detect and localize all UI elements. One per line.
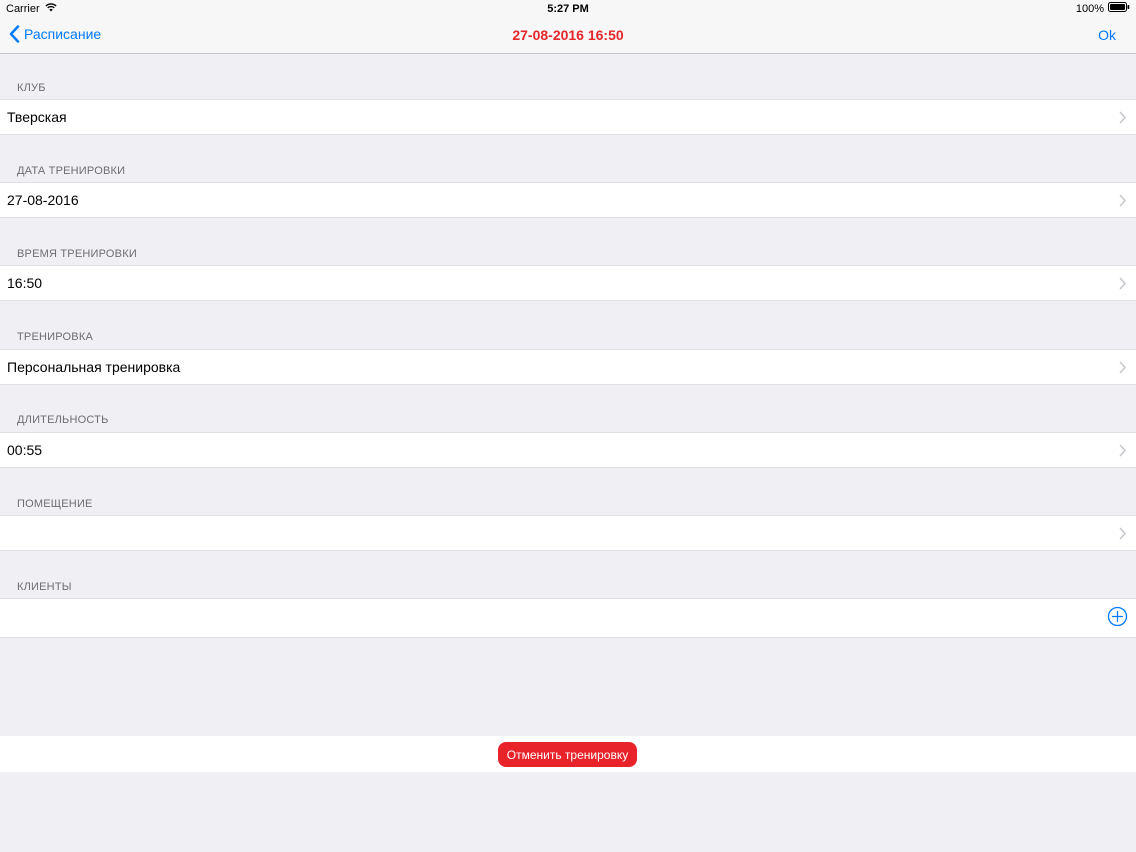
duration-value: 00:55 <box>7 442 43 458</box>
section-header-clients: КЛИЕНТЫ <box>17 581 72 593</box>
status-battery: 100% <box>1076 0 1130 18</box>
footer-band: Отменить тренировку <box>0 736 1136 772</box>
cell-time[interactable]: 16:50 <box>0 265 1136 301</box>
cell-club[interactable]: Тверская <box>0 99 1136 135</box>
chevron-right-icon <box>1119 111 1126 124</box>
status-bar: Carrier 5:27 PM 100% <box>0 0 1136 18</box>
ok-button[interactable]: Ok <box>1098 27 1116 43</box>
cell-training[interactable]: Персональная тренировка <box>0 349 1136 385</box>
status-time: 5:27 PM <box>547 3 589 15</box>
section-header-club: КЛУБ <box>17 82 46 94</box>
battery-icon <box>1108 0 1130 18</box>
training-value: Персональная тренировка <box>7 359 181 375</box>
cell-duration[interactable]: 00:55 <box>0 432 1136 468</box>
cancel-training-button[interactable]: Отменить тренировку <box>498 742 637 767</box>
cell-clients <box>0 598 1136 638</box>
chevron-right-icon <box>1119 444 1126 457</box>
time-value: 16:50 <box>7 275 43 291</box>
section-header-date: ДАТА ТРЕНИРОВКИ <box>17 165 126 177</box>
battery-percent: 100% <box>1075 3 1104 15</box>
chevron-right-icon <box>1119 194 1126 207</box>
plus-circle-icon[interactable] <box>1107 606 1128 627</box>
navigation-bar: Расписание 27-08-2016 16:50 Ok <box>0 18 1136 54</box>
cell-room[interactable] <box>0 515 1136 551</box>
chevron-right-icon <box>1119 277 1126 290</box>
section-header-room: ПОМЕЩЕНИЕ <box>17 498 93 510</box>
club-value: Тверская <box>7 109 67 125</box>
section-header-training: ТРЕНИРОВКА <box>17 331 93 343</box>
section-header-duration: ДЛИТЕЛЬНОСТЬ <box>17 414 109 426</box>
chevron-right-icon <box>1119 527 1126 540</box>
chevron-right-icon <box>1119 361 1126 374</box>
page-title: 27-08-2016 16:50 <box>512 27 624 43</box>
cell-date[interactable]: 27-08-2016 <box>0 182 1136 218</box>
date-value: 27-08-2016 <box>7 192 79 208</box>
section-header-time: ВРЕМЯ ТРЕНИРОВКИ <box>17 248 137 260</box>
